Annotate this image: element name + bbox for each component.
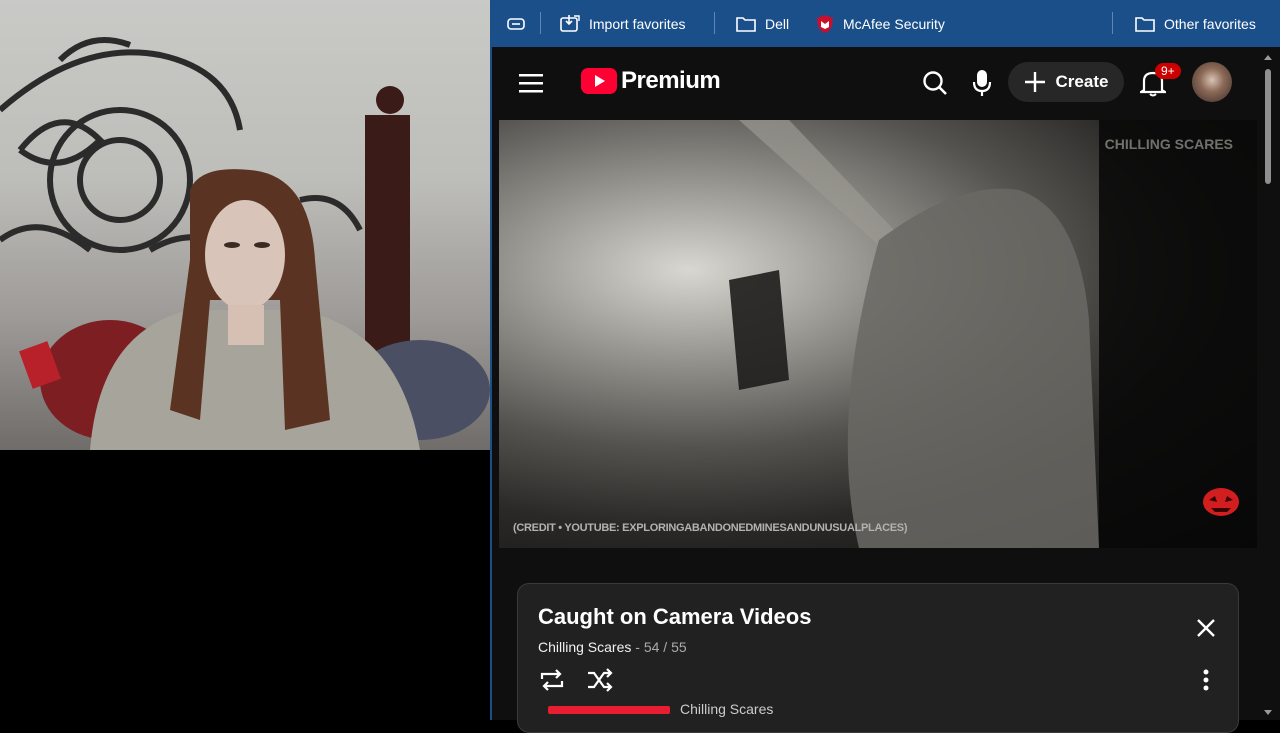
favorite-dell[interactable]: Dell	[735, 12, 789, 36]
favorite-import[interactable]: Import favorites	[559, 12, 685, 36]
shuffle-button[interactable]	[584, 664, 616, 696]
microphone-icon	[972, 70, 992, 96]
more-options-button[interactable]	[1190, 664, 1222, 696]
page-scrollbar[interactable]	[1259, 47, 1275, 720]
meta-separator: -	[635, 639, 644, 655]
playlist-title: Caught on Camera Videos	[538, 604, 812, 629]
scroll-up-icon	[1264, 55, 1272, 60]
favorite-label: McAfee Security	[843, 16, 945, 32]
notifications-button[interactable]: 9+	[1135, 63, 1181, 101]
playlist-channel[interactable]: Chilling Scares	[538, 639, 631, 655]
more-vertical-icon	[1203, 669, 1209, 691]
folder-icon	[1135, 17, 1155, 32]
close-playlist-button[interactable]	[1190, 612, 1222, 644]
webcam-feed	[0, 0, 490, 450]
search-icon	[923, 71, 947, 95]
favorite-other[interactable]: Other favorites	[1134, 12, 1256, 36]
divider	[1112, 12, 1113, 34]
bedpost	[365, 115, 410, 365]
create-label: Create	[1055, 72, 1109, 91]
logo-text: Premium	[621, 67, 721, 94]
mcafee-shield-icon	[817, 15, 833, 33]
create-button[interactable]: Create	[1008, 62, 1124, 102]
video-player[interactable]: CHILLING SCARES (CREDIT • YOUTUBE: EXPLO…	[499, 120, 1257, 548]
video-frame	[729, 120, 1257, 548]
import-icon	[560, 15, 580, 32]
loop-icon	[540, 669, 564, 691]
next-video-channel[interactable]: Chilling Scares	[680, 701, 773, 717]
pumpkin-logo-icon	[1203, 488, 1239, 516]
loop-button[interactable]	[536, 664, 568, 696]
browser-window: Import favorites Dell McAfee Security Ot…	[490, 0, 1280, 733]
collections-button[interactable]	[506, 12, 526, 36]
folder-icon	[736, 17, 756, 32]
favorite-label: Dell	[765, 16, 790, 32]
favorite-mcafee[interactable]: McAfee Security	[815, 12, 945, 36]
youtube-premium-logo[interactable]: Premium	[581, 67, 721, 95]
divider	[540, 12, 541, 34]
webcam-scene	[0, 37, 490, 450]
plus-icon	[1024, 72, 1045, 92]
favorite-label: Other favorites	[1164, 16, 1256, 32]
face	[205, 200, 285, 310]
youtube-play-icon	[581, 68, 617, 94]
black-area	[0, 450, 490, 720]
search-button[interactable]	[917, 65, 953, 101]
hamburger-icon	[519, 74, 543, 93]
next-video-thumbnail[interactable]	[548, 706, 670, 714]
avatar[interactable]	[1192, 62, 1232, 102]
favorites-bar: Import favorites Dell McAfee Security Ot…	[492, 0, 1280, 47]
menu-button[interactable]	[513, 65, 549, 101]
divider	[714, 12, 715, 34]
shuffle-icon	[588, 668, 613, 692]
notification-badge: 9+	[1155, 63, 1181, 79]
playlist-panel: Caught on Camera Videos Chilling Scares …	[517, 583, 1239, 733]
scrollbar-thumb[interactable]	[1265, 69, 1271, 184]
scroll-down-icon	[1264, 710, 1272, 715]
voice-search-button[interactable]	[964, 65, 1000, 101]
video-watermark: CHILLING SCARES	[1104, 136, 1233, 152]
playlist-position: 54 / 55	[643, 639, 687, 655]
video-credit: (CREDIT • YOUTUBE: EXPLORINGABANDONEDMIN…	[513, 522, 908, 534]
youtube-header: Premium Create 9+	[499, 47, 1276, 120]
close-icon	[1197, 619, 1215, 637]
collections-icon	[507, 18, 525, 30]
playlist-meta: Chilling Scares - 54 / 55	[538, 639, 687, 655]
favorite-label: Import favorites	[589, 16, 686, 32]
